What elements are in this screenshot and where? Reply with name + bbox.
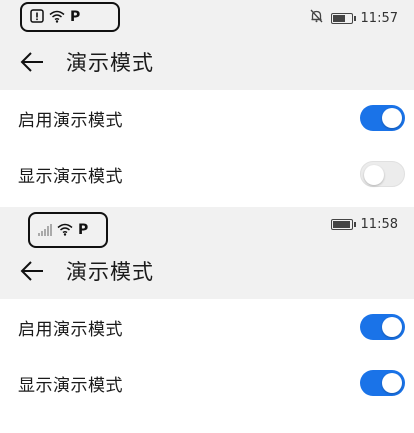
toggle-knob — [382, 317, 402, 337]
setting-label: 显示演示模式 — [18, 166, 123, 187]
status-bar: P 11:57 — [0, 0, 414, 34]
toggle-knob — [382, 373, 402, 393]
toggle-knob — [364, 165, 384, 185]
status-bar: P 11:58 — [0, 207, 414, 248]
setting-label: 启用演示模式 — [18, 319, 123, 340]
wifi-icon — [57, 221, 73, 240]
status-right: 11:58 — [330, 217, 398, 232]
battery-fill — [332, 221, 350, 228]
warning-icon — [30, 8, 44, 27]
parking-p-icon: P — [70, 9, 81, 25]
page-title: 演示模式 — [66, 51, 154, 75]
show-demo-toggle[interactable] — [360, 370, 405, 396]
back-arrow-icon[interactable] — [18, 257, 46, 285]
setting-row-show-demo[interactable]: 显示演示模式 — [0, 355, 414, 411]
show-demo-toggle[interactable] — [360, 161, 405, 187]
status-time: 11:57 — [360, 10, 398, 26]
parking-p-icon: P — [78, 222, 89, 238]
setting-row-enable-demo[interactable]: 启用演示模式 — [0, 90, 414, 146]
page-title: 演示模式 — [66, 260, 154, 284]
settings-list: 启用演示模式 显示演示模式 — [0, 299, 414, 433]
status-time: 11:58 — [360, 217, 398, 232]
page-header: 演示模式 — [0, 243, 414, 299]
setting-row-enable-demo[interactable]: 启用演示模式 — [0, 299, 414, 355]
status-icons-highlight: P — [20, 2, 120, 32]
battery-fill — [332, 14, 346, 22]
enable-demo-toggle[interactable] — [360, 105, 405, 131]
setting-row-show-demo[interactable]: 显示演示模式 — [0, 146, 414, 202]
screen-1: P 11:57 演示模式 启用演示模式 显示演示模式 — [0, 0, 414, 207]
battery-icon — [330, 12, 356, 24]
back-arrow-icon[interactable] — [18, 48, 46, 76]
mute-bell-icon — [310, 9, 323, 27]
settings-list: 启用演示模式 显示演示模式 — [0, 90, 414, 207]
battery-icon — [330, 219, 356, 230]
enable-demo-toggle[interactable] — [360, 314, 405, 340]
signal-icon — [38, 221, 52, 240]
page-header: 演示模式 — [0, 34, 414, 90]
status-right: 11:57 — [310, 9, 398, 27]
toggle-knob — [382, 108, 402, 128]
setting-label: 显示演示模式 — [18, 375, 123, 396]
screen-2: P 11:58 演示模式 启用演示模式 显示演示模式 — [0, 207, 414, 433]
wifi-icon — [49, 8, 65, 27]
setting-label: 启用演示模式 — [18, 110, 123, 131]
